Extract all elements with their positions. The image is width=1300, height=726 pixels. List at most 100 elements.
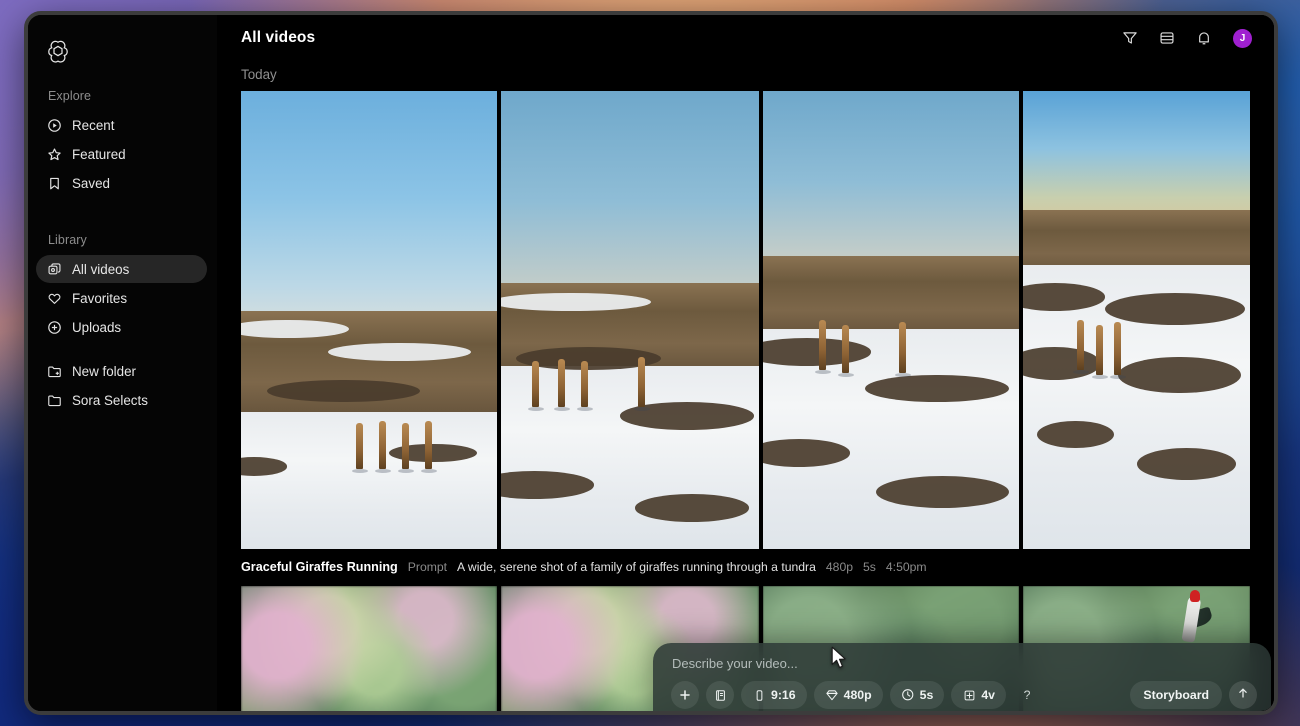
earth-patch: [1104, 292, 1246, 325]
add-attachment-button[interactable]: [671, 681, 699, 709]
tundra-scene: [1023, 91, 1250, 549]
sidebar-group-label-explore: Explore: [48, 89, 92, 103]
notifications-icon[interactable]: [1194, 29, 1213, 48]
earth-patch: [635, 494, 749, 522]
video-meta-row: Graceful Giraffes Running Prompt A wide,…: [217, 549, 1274, 586]
star-icon: [46, 146, 62, 162]
giraffe: [838, 324, 855, 377]
page-title: All videos: [241, 29, 316, 46]
topbar: All videos J: [217, 15, 1274, 61]
sidebar-item-label: Sora Selects: [72, 392, 148, 408]
prompt-composer: 9:16 480p: [653, 643, 1271, 711]
duration-value: 5s: [919, 688, 934, 702]
folder-plus-icon: [46, 363, 62, 379]
presets-button[interactable]: [706, 681, 734, 709]
sidebar-divider-space: [28, 342, 217, 356]
giraffe: [1109, 322, 1126, 379]
play-circle-icon: [46, 117, 62, 133]
composer-toolbar: 9:16 480p 5s 4v ? Storyboard: [671, 681, 1257, 709]
video-frame-4[interactable]: [1023, 91, 1250, 549]
video-frame-strip: [217, 91, 1274, 549]
earth-patch: [1118, 356, 1241, 394]
prompt-key-label: Prompt: [407, 560, 448, 574]
send-button[interactable]: [1229, 681, 1257, 709]
sidebar-item-featured[interactable]: Featured: [36, 140, 207, 168]
crane-head: [1190, 590, 1200, 602]
video-frame-next-1[interactable]: [241, 586, 497, 711]
variations-value: 4v: [981, 688, 996, 702]
video-frame-3[interactable]: [763, 91, 1019, 549]
resolution-value: 480p: [843, 688, 872, 702]
filter-icon[interactable]: [1120, 29, 1139, 48]
video-frame-1[interactable]: [241, 91, 497, 549]
video-duration: 5s: [863, 560, 876, 574]
feed-day-label: Today: [241, 67, 277, 82]
book-icon: [713, 688, 727, 702]
variations-button[interactable]: 4v: [951, 681, 1007, 709]
list-view-icon[interactable]: [1157, 29, 1176, 48]
main-content: All videos J Today Graceful Giraffes Run…: [217, 15, 1274, 711]
tundra-scene: [763, 91, 1019, 549]
giraffe: [894, 322, 911, 378]
heart-icon: [46, 290, 62, 306]
prompt-input[interactable]: [671, 656, 1082, 681]
sidebar: Explore Recent Featured Saved Library Al…: [28, 15, 217, 711]
giraffe: [815, 320, 832, 375]
giraffe: [375, 420, 392, 473]
desktop-backdrop: Explore Recent Featured Saved Library Al…: [0, 0, 1300, 726]
phone-icon: [752, 688, 766, 702]
sidebar-item-sora-selects[interactable]: Sora Selects: [36, 386, 207, 414]
giraffe: [352, 423, 369, 473]
sidebar-item-recent[interactable]: Recent: [36, 111, 207, 139]
snow-patch: [501, 292, 651, 311]
sky: [1023, 91, 1250, 229]
floral-scene: [241, 586, 497, 711]
storyboard-button[interactable]: Storyboard: [1130, 681, 1222, 709]
videos-stack-icon: [46, 261, 62, 277]
duration-button[interactable]: 5s: [889, 681, 945, 709]
clock-icon: [901, 688, 915, 702]
video-timestamp: 4:50pm: [885, 560, 927, 574]
question-icon: ?: [1023, 688, 1031, 702]
sky: [763, 91, 1019, 275]
sidebar-item-label: Saved: [72, 175, 110, 191]
resolution-button[interactable]: 480p: [813, 681, 883, 709]
video-frame-2[interactable]: [501, 91, 759, 549]
giraffe: [421, 420, 438, 473]
sidebar-item-label: Featured: [72, 146, 126, 162]
openai-logo-icon[interactable]: [46, 39, 70, 63]
sidebar-item-favorites[interactable]: Favorites: [36, 284, 207, 312]
topbar-actions: J: [1120, 28, 1252, 48]
video-prompt: A wide, serene shot of a family of giraf…: [457, 560, 816, 574]
sidebar-item-label: Recent: [72, 117, 115, 133]
video-feed: Today Graceful Giraffes Running Prompt A…: [217, 61, 1274, 711]
sidebar-item-uploads[interactable]: Uploads: [36, 313, 207, 341]
arrow-up-icon: [1236, 686, 1250, 705]
giraffe: [527, 361, 544, 411]
bookmark-icon: [46, 175, 62, 191]
earth-patch: [1036, 420, 1114, 449]
help-button[interactable]: ?: [1013, 681, 1041, 709]
tundra-scene: [241, 91, 497, 549]
giraffe: [1091, 324, 1108, 380]
sidebar-item-label: Uploads: [72, 319, 122, 335]
aspect-ratio-button[interactable]: 9:16: [741, 681, 807, 709]
sidebar-item-label: New folder: [72, 363, 137, 379]
composer-right-actions: Storyboard: [1130, 681, 1257, 709]
aspect-ratio-value: 9:16: [771, 688, 796, 702]
giraffe: [398, 423, 415, 473]
diamond-icon: [825, 688, 839, 702]
earth-patch: [763, 439, 851, 467]
sidebar-item-label: Favorites: [72, 290, 128, 306]
sidebar-item-saved[interactable]: Saved: [36, 169, 207, 197]
giraffe: [633, 356, 650, 412]
plus-icon: [678, 688, 692, 702]
sky: [501, 91, 759, 311]
snow-field: [501, 365, 759, 549]
sidebar-item-new-folder[interactable]: New folder: [36, 357, 207, 385]
folder-icon: [46, 392, 62, 408]
snow-field: [241, 411, 497, 549]
avatar[interactable]: J: [1233, 28, 1252, 48]
sidebar-item-all-videos[interactable]: All videos: [36, 255, 207, 283]
video-resolution: 480p: [825, 560, 854, 574]
